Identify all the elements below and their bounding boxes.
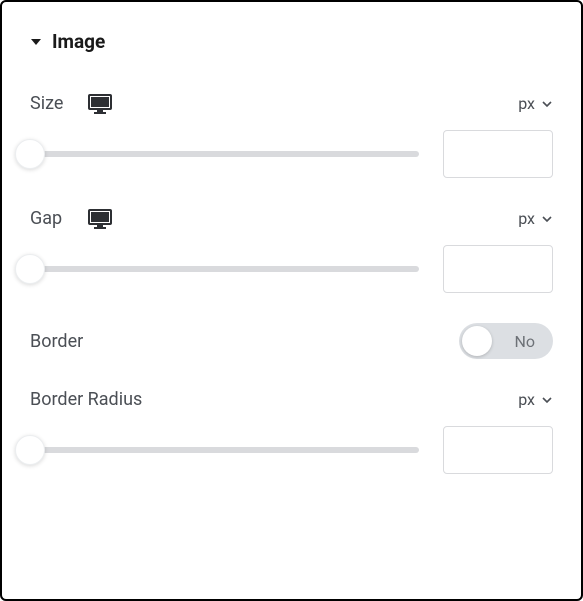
size-unit-label: px [518,94,535,113]
chevron-down-icon [541,99,553,109]
chevron-down-icon [541,395,553,405]
gap-control: Gap px [30,208,553,293]
size-header-row: Size px [30,93,553,114]
size-label: Size [30,93,70,114]
border-radius-value-input[interactable] [443,426,553,474]
gap-header-row: Gap px [30,208,553,229]
border-radius-unit-label: px [518,390,535,409]
border-radius-header-row: Border Radius px [30,389,553,410]
size-slider[interactable] [19,151,419,157]
border-radius-slider[interactable] [19,447,419,453]
toggle-thumb [462,326,492,356]
caret-down-icon [30,37,42,47]
gap-value-input[interactable] [443,245,553,293]
section-title: Image [52,30,105,53]
border-radius-slider-thumb[interactable] [15,435,45,465]
gap-unit-select[interactable]: px [518,209,553,228]
size-control: Size px [30,93,553,178]
chevron-down-icon [541,214,553,224]
gap-left: Gap [30,208,112,229]
size-slider-row [30,130,553,178]
toggle-off-label: No [514,332,535,351]
gap-label: Gap [30,208,70,229]
border-radius-slider-row [30,426,553,474]
size-unit-select[interactable]: px [518,94,553,113]
image-panel: Image Size px [0,0,583,601]
section-header[interactable]: Image [30,30,553,53]
gap-slider[interactable] [19,266,419,272]
gap-slider-thumb[interactable] [15,254,45,284]
gap-slider-row [30,245,553,293]
gap-unit-label: px [518,209,535,228]
border-radius-control: Border Radius px [30,389,553,474]
desktop-icon[interactable] [88,94,112,114]
border-toggle[interactable]: No [459,323,553,359]
border-radius-unit-select[interactable]: px [518,390,553,409]
size-left: Size [30,93,112,114]
border-label: Border [30,331,83,352]
border-radius-label: Border Radius [30,389,142,410]
desktop-icon[interactable] [88,209,112,229]
border-row: Border No [30,323,553,359]
border-radius-left: Border Radius [30,389,142,410]
size-value-input[interactable] [443,130,553,178]
size-slider-thumb[interactable] [15,139,45,169]
